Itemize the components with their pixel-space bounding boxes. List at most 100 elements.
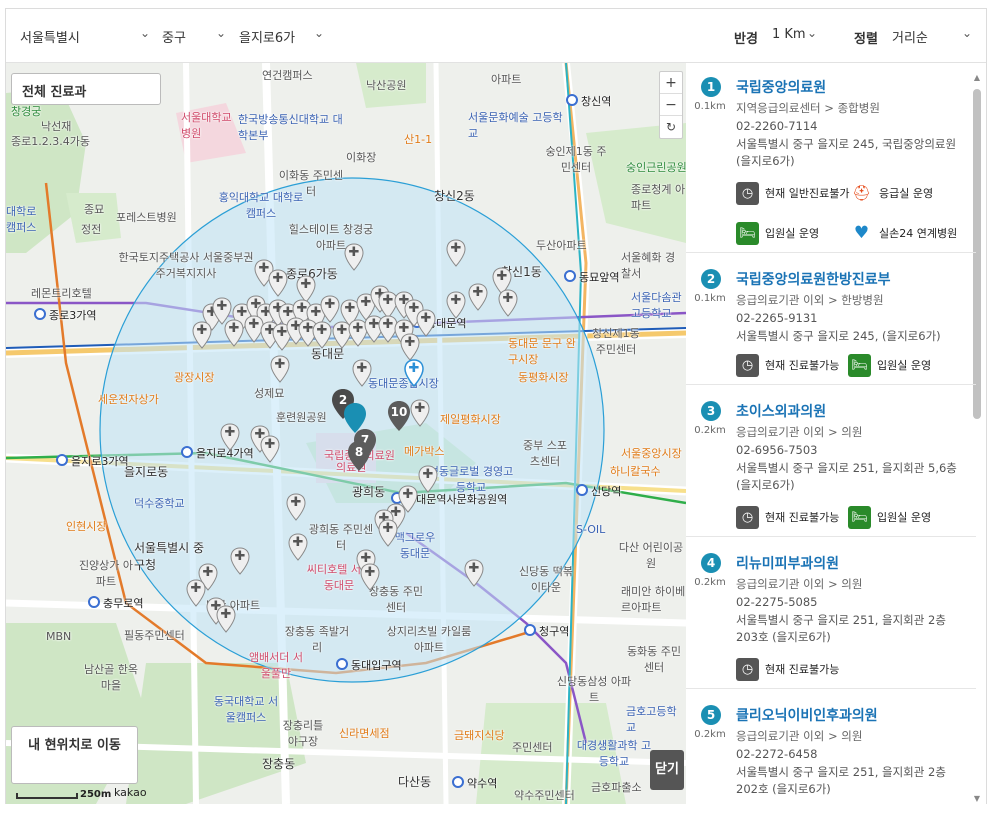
hospital-marker[interactable]: ✚	[220, 423, 240, 451]
blue-hospital-marker[interactable]: ✚	[404, 359, 424, 387]
map-label: 금돼지식당	[454, 729, 505, 742]
hospital-marker[interactable]: ✚	[286, 493, 306, 521]
map-label: 메가박스	[404, 445, 445, 458]
map-label: 종로1.2.3.4가동	[11, 135, 90, 148]
hospital-name[interactable]: 리뉴미피부과의원	[736, 553, 839, 573]
hospital-marker[interactable]: ✚	[216, 605, 236, 633]
clock-icon: ◷	[736, 658, 759, 681]
map-label: 대학로 캠퍼스	[6, 205, 37, 234]
hospital-marker[interactable]: ✚	[224, 319, 244, 347]
hospital-marker[interactable]: ✚	[468, 283, 488, 311]
hospital-marker[interactable]: ✚	[446, 239, 466, 267]
hospital-name[interactable]: 국립중앙의료원한방진료부	[736, 269, 891, 289]
city-select[interactable]: 서울특별시 ⌄	[14, 22, 154, 48]
hospital-marker[interactable]: ✚	[230, 547, 250, 575]
plus-icon: ✚	[264, 437, 276, 452]
plus-icon: ✚	[450, 241, 462, 256]
sort-select[interactable]: 거리순 ⌄	[886, 22, 976, 48]
hospital-marker[interactable]: ✚	[260, 435, 280, 463]
hospital-marker[interactable]: ✚	[360, 563, 380, 591]
hospital-marker[interactable]: ✚	[446, 291, 466, 319]
zoom-in-button[interactable]: +	[660, 72, 682, 94]
hospital-name[interactable]: 초이스외과의원	[736, 401, 826, 421]
hospital-list[interactable]: ▲ ▼ 1 0.1km 국립중앙의료원 지역응급의료센터 > 종합병원 02-2…	[686, 63, 986, 804]
reset-view-button[interactable]: ↻	[660, 116, 682, 138]
map-scale: 250m	[16, 789, 111, 800]
scale-bar	[16, 793, 78, 799]
close-map-button[interactable]: 닫기	[650, 750, 684, 790]
plus-icon: ✚	[196, 323, 208, 338]
hospital-marker[interactable]: ✚	[288, 533, 308, 561]
chevron-down-icon: ⌄	[806, 26, 817, 40]
hospital-item[interactable]: 2 0.1km 국립중앙의료원한방진료부 응급의료기관 이외 > 한방병원 02…	[686, 255, 976, 385]
hospital-marker[interactable]: ✚	[498, 289, 518, 317]
hospital-marker[interactable]: ✚	[400, 333, 420, 361]
plus-icon: ✚	[202, 565, 214, 580]
dong-select[interactable]: 을지로6가 ⌄	[233, 22, 328, 48]
map-label: 홍익대학교 대학로캠퍼스	[218, 191, 304, 220]
hospital-item[interactable]: 4 0.2km 리뉴미피부과의원 응급의료기관 이외 > 의원 02-2275-…	[686, 539, 976, 689]
hospital-item[interactable]: 1 0.1km 국립중앙의료원 지역응급의료센터 > 종합병원 02-2260-…	[686, 63, 976, 253]
hospital-marker[interactable]: ✚	[410, 399, 430, 427]
map-label: 중부 스포츠센터	[523, 439, 567, 468]
map-view[interactable]: 연건캠퍼스 낙산공원 아파트 서울대학교병원 한국방송통신대학교 대학본부 창신…	[6, 63, 686, 804]
plus-icon: ✚	[316, 323, 328, 338]
map-label: 덕수중학교	[134, 497, 185, 510]
bed-icon: 🛏	[848, 506, 871, 529]
map-label: 두산아파트	[536, 239, 587, 252]
station-label: 충무로역	[88, 595, 143, 611]
hospital-marker[interactable]: ✚	[268, 269, 288, 297]
radius-select[interactable]: 1 Km ⌄	[766, 22, 821, 48]
filter-bar: 서울특별시 ⌄ 중구 ⌄ 을지로6가 ⌄ 반경 1 Km ⌄ 정렬 거리순 ⌄	[6, 9, 986, 63]
hospital-type: 응급의료기관 이외 > 의원	[736, 577, 863, 591]
plus-icon: ✚	[496, 269, 508, 284]
hospital-marker[interactable]: ✚	[270, 355, 290, 383]
hospital-marker[interactable]: ✚	[186, 579, 206, 607]
emergency-icon: ⛑	[850, 182, 873, 205]
station-label: 동대입구역	[336, 657, 402, 673]
hospital-name[interactable]: 클리오닉이비인후과의원	[736, 705, 878, 725]
hospital-marker[interactable]: ✚	[344, 243, 364, 271]
hospital-marker[interactable]: ✚	[192, 321, 212, 349]
map-label: 동화동 주민센터	[626, 645, 682, 674]
radius-value: 1 Km	[772, 27, 806, 42]
hospital-phone[interactable]: 02-2275-5085	[736, 595, 817, 609]
hospital-marker[interactable]: ✚	[464, 559, 484, 587]
plus-icon: ✚	[502, 291, 514, 306]
hospital-type: 응급의료기관 이외 > 의원	[736, 425, 863, 439]
map-label: 래미안 하이베르아파트	[621, 585, 686, 614]
hospital-item[interactable]: 3 0.2km 초이스외과의원 응급의료기관 이외 > 의원 02-6956-7…	[686, 387, 976, 537]
clock-icon: ◷	[736, 182, 759, 205]
zoom-out-button[interactable]: −	[660, 94, 682, 116]
plus-icon: ✚	[224, 425, 236, 440]
bed-icon: 🛏	[848, 354, 871, 377]
map-label: 앰배서더 서울풀만	[248, 651, 304, 680]
map-label: 금호파출소	[591, 781, 642, 794]
numbered-pin[interactable]: 8	[348, 441, 370, 471]
clock-icon: ◷	[736, 354, 759, 377]
hospital-marker[interactable]: ✚	[312, 321, 332, 349]
hospital-phone[interactable]: 02-2272-6458	[736, 747, 817, 761]
hospital-marker[interactable]: ✚	[418, 465, 438, 493]
plus-icon: ✚	[468, 561, 480, 576]
hospital-phone[interactable]: 02-6956-7503	[736, 443, 817, 457]
hospital-phone[interactable]: 02-2260-7114	[736, 119, 817, 133]
hospital-marker[interactable]: ✚	[352, 359, 372, 387]
district-select[interactable]: 중구 ⌄	[156, 22, 230, 48]
station-label: 을지로3가역	[56, 453, 129, 469]
map-label: 광장시장	[174, 371, 215, 384]
hospital-marker[interactable]: ✚	[320, 295, 340, 323]
map-label: 동대문 문구 완구시장	[508, 337, 576, 366]
hospital-phone[interactable]: 02-2265-9131	[736, 311, 817, 325]
chevron-down-icon: ⌄	[961, 26, 972, 40]
numbered-pin[interactable]: 10	[388, 401, 410, 431]
map-label: 연건캠퍼스	[262, 69, 313, 82]
my-location-button[interactable]: 내 현위치로 이동	[11, 726, 138, 784]
map-label: 한국토지주택공사 서울중부권주거복지지사	[118, 251, 254, 280]
department-filter-button[interactable]: 전체 진료과	[11, 73, 161, 105]
hospital-name[interactable]: 국립중앙의료원	[736, 77, 826, 97]
hospital-marker[interactable]: ✚	[378, 519, 398, 547]
distance: 0.2km	[694, 425, 726, 436]
hospital-item[interactable]: 5 0.2km 클리오닉이비인후과의원 응급의료기관 이외 > 의원 02-22…	[686, 691, 976, 804]
map-label: 동평화시장	[518, 371, 569, 384]
